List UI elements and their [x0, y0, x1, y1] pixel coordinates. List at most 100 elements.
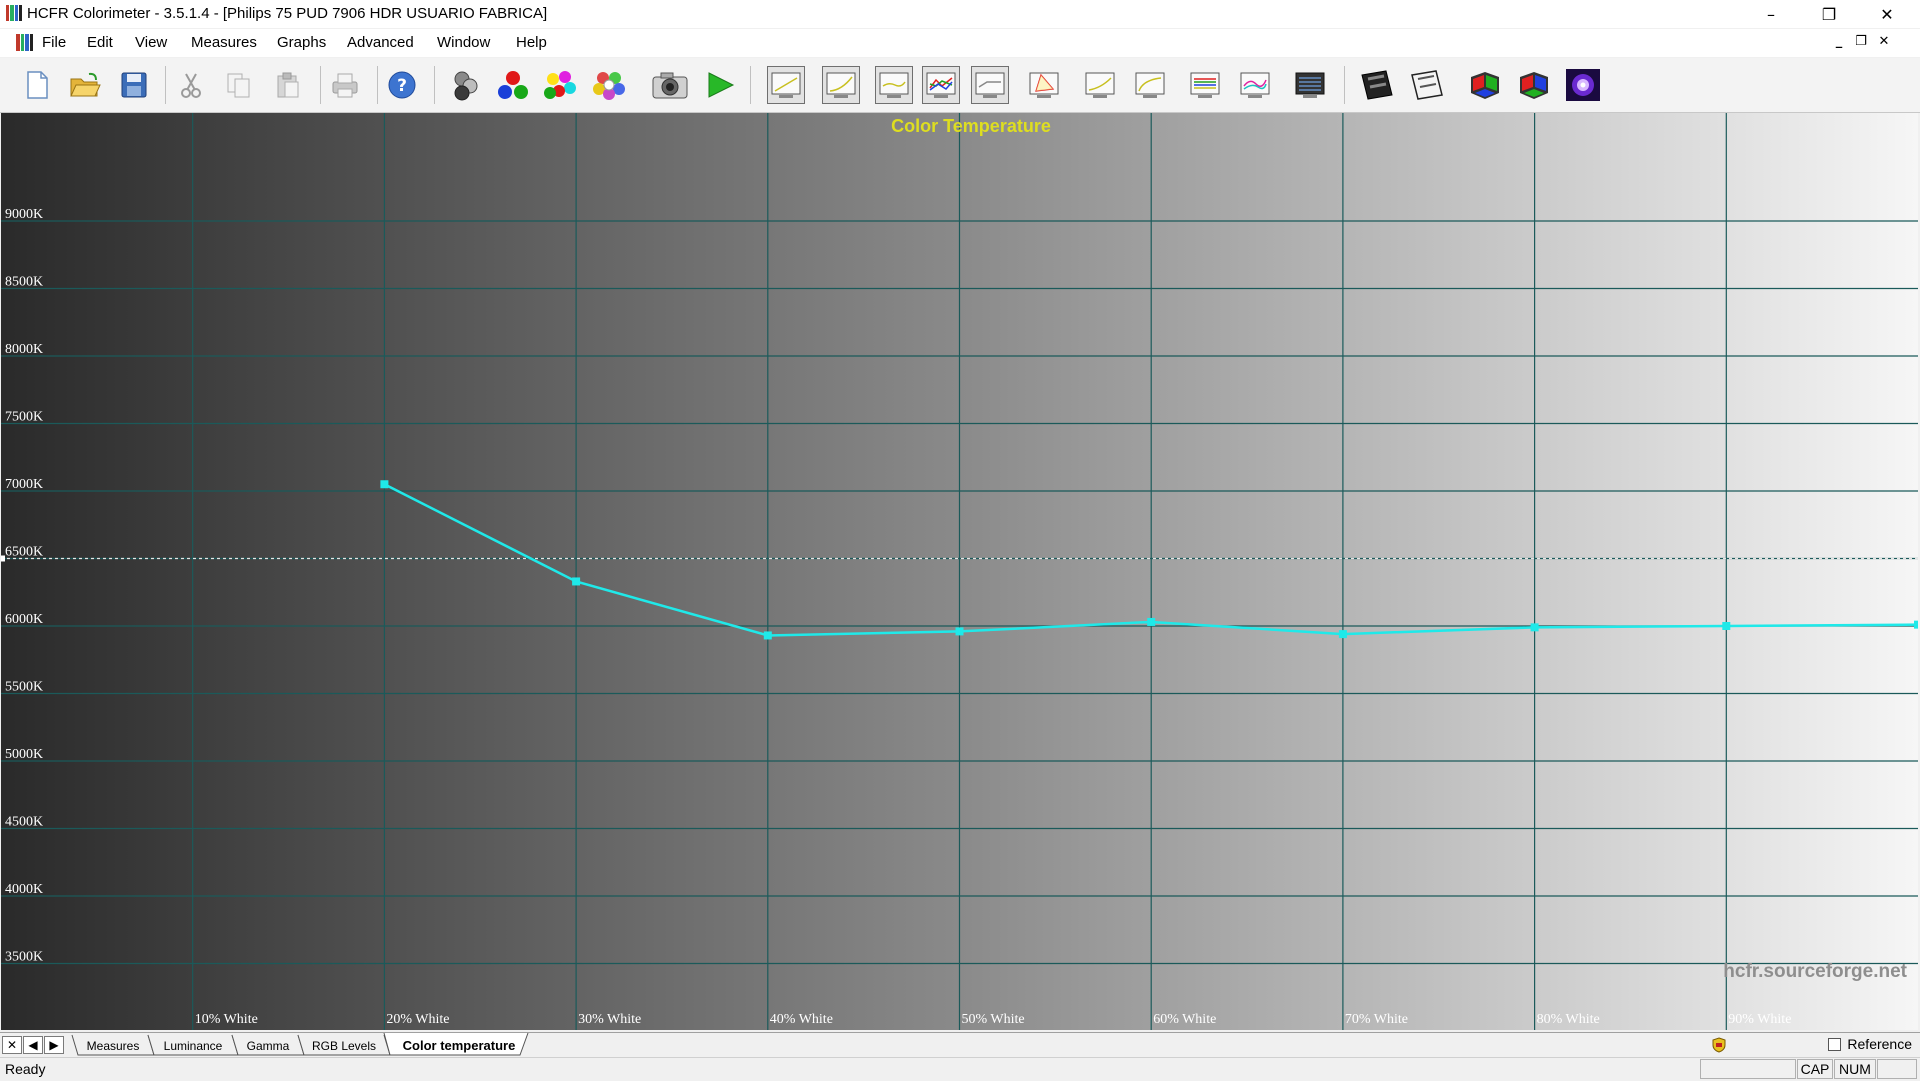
print-icon[interactable] [326, 66, 364, 104]
play-icon[interactable] [701, 66, 739, 104]
new-document-icon[interactable] [18, 66, 56, 104]
menu-window[interactable]: Window [437, 34, 490, 51]
tab-luminance[interactable]: Luminance [147, 1034, 239, 1056]
graph-luminance-icon[interactable] [767, 66, 805, 104]
tab-next-button[interactable]: ▶ [44, 1036, 64, 1054]
reference-checkbox[interactable] [1828, 1037, 1842, 1051]
menu-file[interactable]: File [42, 34, 66, 51]
reference-toggle[interactable]: Reference [1828, 1036, 1912, 1052]
save-disk-icon[interactable] [115, 66, 153, 104]
y-tick-label: 8000K [5, 342, 43, 357]
data-point [1914, 620, 1918, 629]
graph-saturation-shift-icon[interactable] [1131, 66, 1169, 104]
y-tick-label: 6500K [5, 545, 43, 560]
data-point [1338, 630, 1347, 639]
toolbar-separator [434, 66, 435, 104]
graph-near-white-icon[interactable] [1236, 66, 1274, 104]
minimize-window-button[interactable]: – [1742, 0, 1800, 28]
x-tick-label: 50% White [962, 1012, 1025, 1027]
sheet-tab-bar: ✕ ◀ ▶ Measures Luminance Gamma RGB Level… [0, 1032, 1920, 1057]
data-point [1722, 622, 1731, 630]
tab-label-luminance: Luminance [164, 1039, 223, 1053]
measure-primaries-icon[interactable] [494, 66, 532, 104]
y-tick-label: 5000K [5, 747, 43, 762]
menu-advanced[interactable]: Advanced [347, 34, 414, 51]
menu-bar: File Edit View Measures Graphs Advanced … [0, 29, 1920, 57]
tab-color-temperature[interactable]: Color temperature [383, 1033, 529, 1056]
toolbar: ? [0, 58, 1920, 113]
toolbar-separator [377, 66, 378, 104]
menu-edit[interactable]: Edit [87, 34, 113, 51]
graph-color-temperature-icon[interactable] [971, 66, 1009, 104]
measure-secondaries-icon[interactable] [542, 66, 580, 104]
tab-gamma[interactable]: Gamma [231, 1034, 305, 1056]
title-bar: HCFR Colorimeter - 3.5.1.4 - [Philips 75… [0, 0, 1920, 28]
x-tick-label: 70% White [1345, 1012, 1408, 1027]
rgb-cube-icon[interactable] [1466, 66, 1504, 104]
graph-gamma-icon[interactable] [822, 66, 860, 104]
mdi-restore-button[interactable]: ❐ [1851, 32, 1871, 52]
mdi-minimize-button[interactable]: _ [1829, 32, 1849, 52]
y-tick-label: 3500K [5, 950, 43, 965]
toolbar-separator [1344, 66, 1345, 104]
menu-help[interactable]: Help [516, 34, 547, 51]
window-title: HCFR Colorimeter - 3.5.1.4 - [Philips 75… [27, 5, 548, 22]
graph-measures-icon[interactable] [1291, 66, 1329, 104]
svg-text:?: ? [397, 76, 407, 96]
restore-window-button[interactable]: ❐ [1800, 0, 1858, 28]
chart-watermark: hcfr.sourceforge.net [1723, 961, 1907, 982]
y-tick-label: 8500K [5, 275, 43, 290]
help-icon[interactable]: ? [383, 66, 421, 104]
reference-shield-icon[interactable] [1711, 1037, 1727, 1053]
menu-view[interactable]: View [135, 34, 167, 51]
x-tick-label: 90% White [1728, 1012, 1791, 1027]
data-point [572, 577, 581, 586]
sensor-light-icon[interactable] [1564, 66, 1602, 104]
close-window-button[interactable]: ✕ [1858, 0, 1916, 28]
status-text: Ready [5, 1061, 46, 1077]
tab-strip: Measures Luminance Gamma RGB Levels Colo… [71, 1033, 529, 1056]
copy-icon[interactable] [220, 66, 258, 104]
graph-rgb-levels-icon[interactable] [922, 66, 960, 104]
measure-gray-icon[interactable] [446, 66, 484, 104]
cut-icon[interactable] [172, 66, 210, 104]
menu-measures[interactable]: Measures [191, 34, 257, 51]
mdi-close-button[interactable]: ✕ [1874, 32, 1894, 52]
toolbar-separator [320, 66, 321, 104]
tab-rgb-levels[interactable]: RGB Levels [297, 1034, 391, 1056]
y-tick-label: 7000K [5, 477, 43, 492]
open-folder-icon[interactable] [66, 66, 104, 104]
y-tick-label: 7500K [5, 410, 43, 425]
x-tick-label: 80% White [1537, 1012, 1600, 1027]
app-logo-icon [6, 5, 22, 21]
paste-icon[interactable] [269, 66, 307, 104]
x-tick-label: 10% White [195, 1012, 258, 1027]
chart-title: Color Temperature [891, 116, 1051, 136]
graph-near-black-icon[interactable] [1186, 66, 1224, 104]
document-logo-icon[interactable] [16, 34, 33, 51]
toolbar-separator [750, 66, 751, 104]
tab-measures[interactable]: Measures [71, 1034, 155, 1056]
status-pane-scrl [1877, 1059, 1917, 1079]
film-strip-outline-icon[interactable] [1408, 66, 1446, 104]
data-point [380, 480, 389, 489]
graph-cie-icon[interactable] [1025, 66, 1063, 104]
tab-prev-button[interactable]: ◀ [23, 1036, 43, 1054]
menu-graphs[interactable]: Graphs [277, 34, 326, 51]
rgb-cube-alt-icon[interactable] [1515, 66, 1553, 104]
tab-close-button[interactable]: ✕ [2, 1036, 22, 1054]
data-point [1147, 617, 1156, 626]
y-tick-label: 6000K [5, 612, 43, 627]
color-temperature-chart: 3500K 4000K 4500K 5000K 5500K 6000K 6500K 7000K… [1, 113, 1918, 1030]
graph-rgb-icon[interactable] [875, 66, 913, 104]
measure-colors-icon[interactable] [590, 66, 628, 104]
toolbar-separator [165, 66, 166, 104]
chart-canvas: 3500K 4000K 4500K 5000K 5500K 6000K 6500K 7000K… [1, 113, 1918, 1030]
camera-icon[interactable] [651, 66, 689, 104]
tab-label-measures: Measures [87, 1039, 140, 1053]
status-pane-empty [1700, 1059, 1796, 1079]
tab-label-color-temperature: Color temperature [403, 1038, 516, 1053]
status-num-indicator: NUM [1834, 1059, 1876, 1079]
film-strip-icon[interactable] [1358, 66, 1396, 104]
graph-saturation-luminance-icon[interactable] [1081, 66, 1119, 104]
